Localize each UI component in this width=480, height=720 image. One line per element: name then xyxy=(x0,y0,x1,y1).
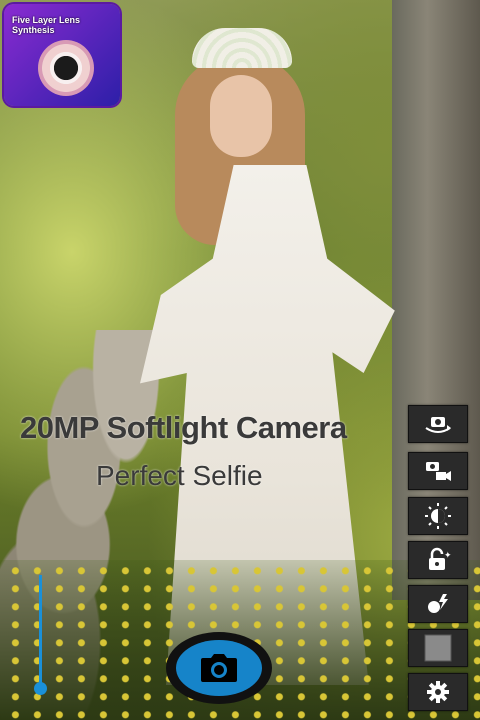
settings-button[interactable] xyxy=(408,673,468,711)
lock-timer-icon: ✦ xyxy=(429,547,452,570)
rotate-camera-icon xyxy=(425,417,451,433)
flash-button[interactable] xyxy=(408,585,468,623)
promo-badge: Five Layer Lens Synthesis xyxy=(4,4,120,106)
zoom-slider-handle[interactable] xyxy=(34,682,47,695)
switch-camera-button[interactable] xyxy=(408,405,468,443)
filter-button[interactable] xyxy=(408,629,468,667)
svg-text:✦: ✦ xyxy=(444,551,452,561)
lens-ring-icon xyxy=(38,40,94,96)
flower-wreath xyxy=(192,28,292,68)
shutter-inner xyxy=(176,640,262,696)
camera-video-icon xyxy=(426,462,451,481)
timer-lock-button[interactable]: ✦ xyxy=(408,541,468,579)
subject-face xyxy=(210,75,272,157)
promo-badge-text: Five Layer Lens Synthesis xyxy=(12,15,81,35)
shutter-button[interactable] xyxy=(166,632,272,704)
camera-icon xyxy=(201,654,237,682)
gear-icon xyxy=(427,681,449,703)
photo-video-mode-button[interactable] xyxy=(408,452,468,490)
sun-icon xyxy=(425,503,451,529)
square-filter-icon xyxy=(424,634,452,662)
exposure-button[interactable] xyxy=(408,497,468,535)
zoom-slider-track[interactable] xyxy=(39,575,42,687)
flash-icon xyxy=(428,594,448,613)
promo-headline: 20MP Softlight Camera xyxy=(20,410,347,445)
promo-subline: Perfect Selfie xyxy=(96,460,263,491)
